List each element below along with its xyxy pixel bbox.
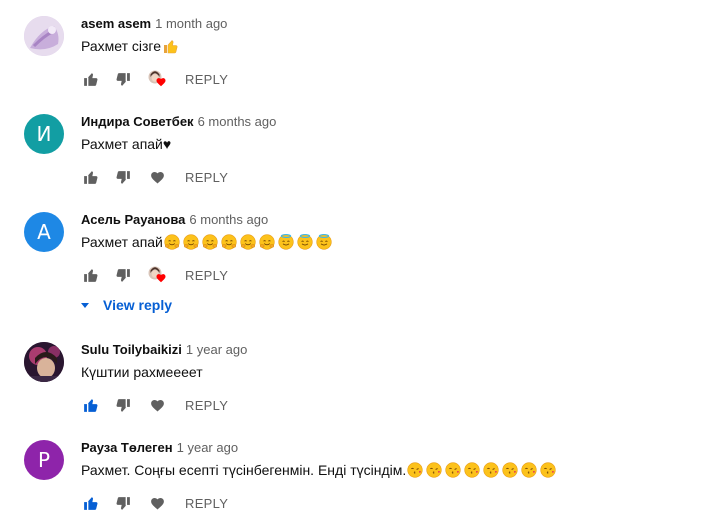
creator-heart[interactable] bbox=[146, 68, 168, 90]
author-name[interactable]: Асель Рауанова bbox=[81, 212, 185, 227]
avatar-letter: И bbox=[36, 122, 52, 146]
thumbs-down-icon bbox=[115, 397, 132, 414]
caret-down-icon bbox=[81, 302, 89, 308]
comment-time[interactable]: 1 year ago bbox=[177, 440, 238, 455]
avatar[interactable]: Р bbox=[24, 440, 64, 480]
like-button[interactable] bbox=[80, 493, 100, 513]
heart-icon bbox=[155, 76, 167, 88]
heart-button[interactable] bbox=[146, 166, 168, 188]
comment-text: Күштии рахмеееет bbox=[81, 362, 203, 382]
view-reply-label: View reply bbox=[103, 297, 173, 313]
thumbs-down-icon bbox=[115, 169, 132, 186]
heart-button[interactable] bbox=[146, 394, 168, 416]
emoji-group bbox=[407, 462, 556, 478]
comment-body: Рахмет. Соңғы есепті түсінбегенмін. Енді… bbox=[81, 462, 407, 478]
avatar[interactable] bbox=[24, 16, 64, 56]
author-name[interactable]: asem asem bbox=[81, 16, 151, 31]
creator-heart[interactable] bbox=[146, 264, 168, 286]
dislike-button[interactable] bbox=[113, 493, 133, 513]
comment-header: asem asem 1 month ago bbox=[81, 16, 227, 32]
comment-text: Рахмет апай♥ bbox=[81, 134, 171, 154]
like-button[interactable] bbox=[80, 395, 100, 415]
emoji-group bbox=[162, 38, 178, 54]
dislike-button[interactable] bbox=[113, 265, 133, 285]
comment-actions: REPLY bbox=[80, 393, 228, 417]
hug-emoji-icon bbox=[259, 234, 275, 250]
emoji-group bbox=[164, 234, 332, 250]
hug-emoji-icon bbox=[164, 234, 180, 250]
comment-time[interactable]: 1 year ago bbox=[186, 342, 247, 357]
comment-text: Рахмет. Соңғы есепті түсінбегенмін. Енді… bbox=[81, 460, 556, 480]
hug-emoji-icon bbox=[202, 234, 218, 250]
kiss-emoji-icon bbox=[502, 462, 518, 478]
thumbs-up-icon bbox=[82, 267, 99, 284]
dislike-button[interactable] bbox=[113, 395, 133, 415]
reply-button[interactable]: REPLY bbox=[185, 268, 228, 283]
kiss-emoji-icon bbox=[407, 462, 423, 478]
heart-icon bbox=[149, 397, 166, 414]
halo-emoji-icon bbox=[278, 234, 294, 250]
comment-body: Рахмет апай♥ bbox=[81, 136, 172, 152]
comment-header: Sulu Toilybaikizi 1 year ago bbox=[81, 342, 247, 358]
heart-button[interactable] bbox=[146, 492, 168, 514]
kiss-emoji-icon bbox=[464, 462, 480, 478]
avatar[interactable]: И bbox=[24, 114, 64, 154]
like-button[interactable] bbox=[80, 265, 100, 285]
thumbs-up-icon bbox=[82, 495, 99, 512]
hug-emoji-icon bbox=[183, 234, 199, 250]
author-name[interactable]: Sulu Toilybaikizi bbox=[81, 342, 182, 357]
comment-text: Рахмет апай bbox=[81, 232, 332, 252]
comment-time[interactable]: 1 month ago bbox=[155, 16, 227, 31]
reply-button[interactable]: REPLY bbox=[185, 170, 228, 185]
author-name[interactable]: Рауза Төлеген bbox=[81, 440, 173, 455]
comment-body: Күштии рахмеееет bbox=[81, 364, 203, 380]
comment-header: Асель Рауанова 6 months ago bbox=[81, 212, 268, 228]
comment-actions: REPLY bbox=[80, 165, 228, 189]
thumbs-down-icon bbox=[115, 495, 132, 512]
like-button[interactable] bbox=[80, 167, 100, 187]
kiss-emoji-icon bbox=[521, 462, 537, 478]
kiss-emoji-icon bbox=[426, 462, 442, 478]
comment-body: Рахмет сізге bbox=[81, 38, 162, 54]
halo-emoji-icon bbox=[297, 234, 313, 250]
comment-body: Рахмет апай bbox=[81, 234, 163, 250]
comment-header: Индира Советбек 6 months ago bbox=[81, 114, 276, 130]
kiss-emoji-icon bbox=[483, 462, 499, 478]
thumbs-up-icon bbox=[82, 71, 99, 88]
comment-actions: REPLY bbox=[80, 67, 228, 91]
reply-button[interactable]: REPLY bbox=[185, 496, 228, 511]
comment-actions: REPLY bbox=[80, 491, 228, 515]
thumbs-down-icon bbox=[115, 267, 132, 284]
thumbs-down-icon bbox=[115, 71, 132, 88]
view-reply-button[interactable]: View reply bbox=[80, 296, 172, 314]
comment-text: Рахмет сізге bbox=[81, 36, 178, 56]
comment-time[interactable]: 6 months ago bbox=[198, 114, 277, 129]
reply-button[interactable]: REPLY bbox=[185, 72, 228, 87]
avatar-letter: А bbox=[37, 220, 51, 244]
thumbs-up-emoji-icon bbox=[162, 38, 178, 54]
comment-actions: REPLY bbox=[80, 263, 228, 287]
reply-button[interactable]: REPLY bbox=[185, 398, 228, 413]
dislike-button[interactable] bbox=[113, 167, 133, 187]
hug-emoji-icon bbox=[240, 234, 256, 250]
thumbs-up-icon bbox=[82, 169, 99, 186]
avatar[interactable]: А bbox=[24, 212, 64, 252]
avatar-letter: Р bbox=[37, 448, 51, 472]
comment-time[interactable]: 6 months ago bbox=[189, 212, 268, 227]
halo-emoji-icon bbox=[316, 234, 332, 250]
heart-icon bbox=[149, 495, 166, 512]
heart-icon bbox=[155, 272, 167, 284]
kiss-emoji-icon bbox=[445, 462, 461, 478]
thumbs-up-icon bbox=[82, 397, 99, 414]
dislike-button[interactable] bbox=[113, 69, 133, 89]
avatar[interactable] bbox=[24, 342, 64, 382]
author-name[interactable]: Индира Советбек bbox=[81, 114, 194, 129]
like-button[interactable] bbox=[80, 69, 100, 89]
kiss-emoji-icon bbox=[540, 462, 556, 478]
hug-emoji-icon bbox=[221, 234, 237, 250]
heart-icon bbox=[149, 169, 166, 186]
comment-header: Рауза Төлеген 1 year ago bbox=[81, 440, 238, 456]
